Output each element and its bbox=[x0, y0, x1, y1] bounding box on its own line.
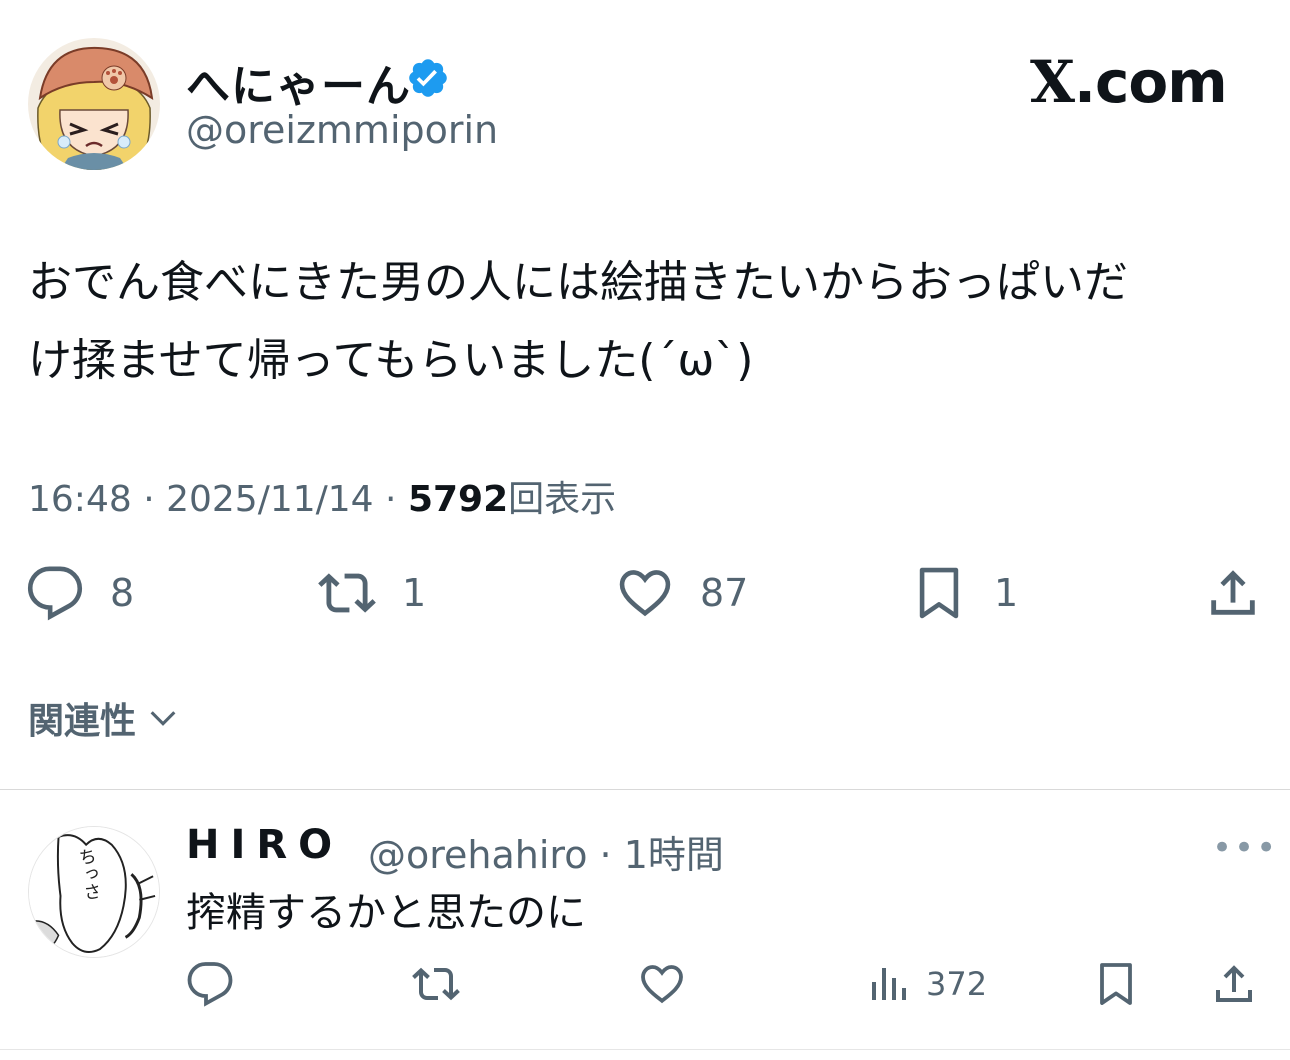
views-count: 5792 bbox=[407, 479, 509, 520]
share-icon bbox=[1216, 965, 1252, 1002]
sort-dropdown[interactable]: 関連性 bbox=[28, 692, 180, 744]
meta-separator: · bbox=[373, 479, 408, 520]
bookmark-icon bbox=[919, 567, 959, 619]
views-label: 回表示 bbox=[508, 479, 617, 520]
reply-avatar[interactable]: ちっさ bbox=[28, 826, 160, 958]
divider bbox=[0, 1049, 1290, 1050]
reply-button[interactable]: 8 bbox=[26, 564, 134, 622]
reply-handle-time[interactable]: @orehahiro · 1時間 bbox=[368, 824, 724, 879]
tweet-meta: 16:48 · 2025/11/14 · 5792回表示 bbox=[28, 470, 616, 522]
bookmark-button[interactable]: 1 bbox=[910, 564, 1018, 622]
meta-separator: · bbox=[587, 833, 624, 877]
more-icon[interactable]: ••• bbox=[1212, 828, 1278, 868]
x-logo-mark: X bbox=[1030, 48, 1075, 116]
display-name[interactable]: へにゃーん bbox=[186, 50, 411, 114]
meta-separator: · bbox=[131, 479, 167, 520]
repost-icon bbox=[412, 967, 460, 1001]
avatar-illustration bbox=[28, 38, 160, 170]
verified-badge-icon bbox=[409, 59, 447, 97]
tweet-text: おでん食べにきた男の人には絵描きたいからおっぱいだ け揉ませて帰ってもらいました… bbox=[28, 257, 1128, 386]
reply-like-button[interactable] bbox=[638, 960, 686, 1008]
like-icon bbox=[619, 570, 671, 617]
views-icon bbox=[872, 968, 906, 1000]
like-icon bbox=[641, 965, 683, 1004]
like-button[interactable]: 87 bbox=[616, 564, 748, 622]
reply-icon bbox=[187, 962, 233, 1007]
tweet-date[interactable]: 2025/11/14 bbox=[166, 479, 374, 520]
reply-count: 8 bbox=[110, 571, 135, 615]
reply-views-button[interactable]: 372 bbox=[864, 960, 987, 1008]
reply-text: 搾精するかと思たのに bbox=[186, 890, 586, 936]
reply-share-button[interactable] bbox=[1210, 960, 1258, 1008]
chevron-down-icon bbox=[150, 711, 176, 726]
bookmark-icon bbox=[1100, 963, 1132, 1005]
share-button[interactable] bbox=[1204, 564, 1262, 622]
reply-handle: @orehahiro bbox=[368, 833, 588, 877]
like-count: 87 bbox=[700, 571, 749, 615]
sort-label: 関連性 bbox=[28, 701, 137, 742]
x-com-logo: X.com bbox=[1030, 48, 1228, 116]
divider bbox=[0, 789, 1290, 790]
user-handle[interactable]: @oreizmmiporin bbox=[186, 108, 498, 152]
x-logo-domain: .com bbox=[1074, 48, 1228, 116]
repost-button[interactable]: 1 bbox=[318, 564, 426, 622]
bookmark-count: 1 bbox=[994, 571, 1019, 615]
repost-icon bbox=[318, 573, 376, 613]
reply-repost-button[interactable] bbox=[412, 960, 460, 1008]
reply-avatar-illustration: ちっさ bbox=[29, 827, 159, 957]
reply-icon bbox=[27, 566, 83, 621]
reply-time: 1時間 bbox=[623, 833, 724, 877]
reply-bookmark-button[interactable] bbox=[1092, 960, 1140, 1008]
share-icon bbox=[1211, 570, 1255, 615]
avatar[interactable] bbox=[28, 38, 160, 170]
reply-reply-button[interactable] bbox=[186, 960, 234, 1008]
tweet-time[interactable]: 16:48 bbox=[28, 479, 132, 520]
reply-views-count: 372 bbox=[926, 965, 988, 1003]
reply-display-name[interactable]: HIRO bbox=[186, 822, 343, 868]
repost-count: 1 bbox=[402, 571, 427, 615]
